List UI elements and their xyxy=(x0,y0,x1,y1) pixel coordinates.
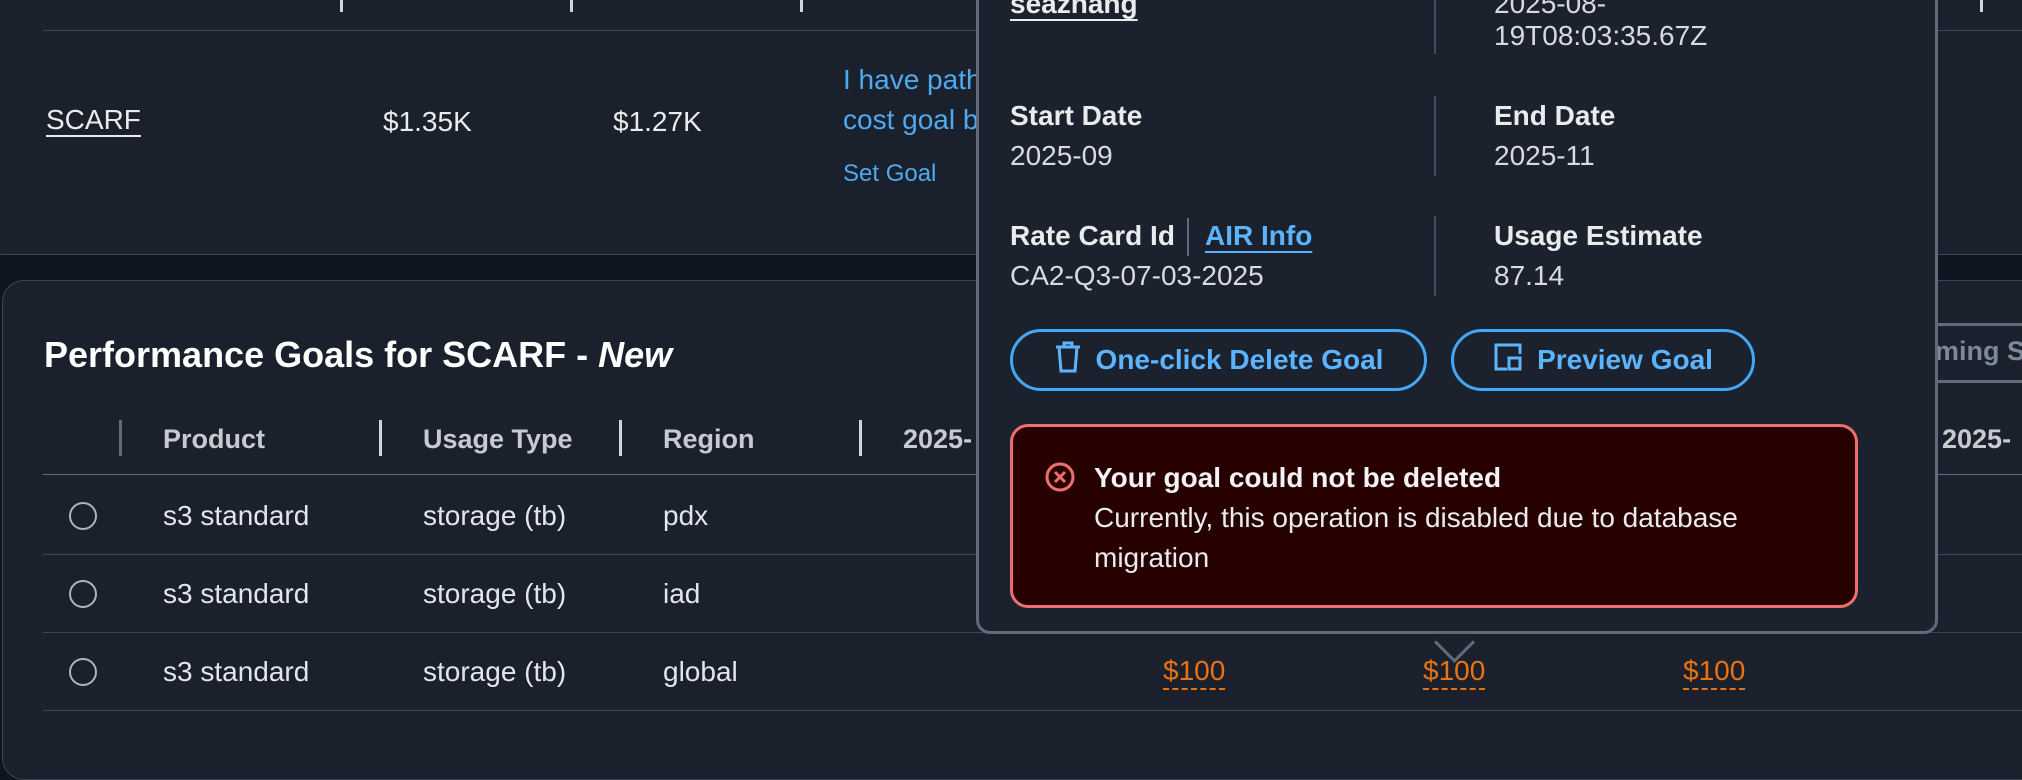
error-icon xyxy=(1044,461,1076,498)
usage-estimate-value: 87.14 xyxy=(1494,260,1565,291)
title-text: Performance Goals for SCARF - xyxy=(44,334,599,375)
start-date-label: Start Date xyxy=(1010,100,1143,131)
region-cell: pdx xyxy=(663,500,709,531)
row-select-radio[interactable] xyxy=(69,502,97,530)
alert-message: migration xyxy=(1094,542,1210,573)
column-header-product[interactable]: Product xyxy=(163,424,265,455)
alert-message: Currently, this operation is disabled du… xyxy=(1094,502,1738,533)
end-date-value: 2025-11 xyxy=(1494,140,1595,171)
preview-icon xyxy=(1493,342,1523,379)
owner-link[interactable]: seazhang xyxy=(1010,0,1138,20)
column-separator[interactable] xyxy=(379,420,382,456)
rate-card-value: CA2-Q3-07-03-2025 xyxy=(1010,260,1264,291)
product-cell: s3 standard xyxy=(163,578,310,609)
scarf-link[interactable]: SCARF xyxy=(46,104,141,136)
label-divider xyxy=(1187,218,1189,256)
column-separator[interactable] xyxy=(340,0,343,12)
row-select-radio[interactable] xyxy=(69,580,97,608)
table-divider xyxy=(43,710,2022,711)
trash-icon xyxy=(1054,341,1082,380)
start-date-value: 2025-09 xyxy=(1010,140,1113,171)
delete-goal-label: One-click Delete Goal xyxy=(1095,344,1384,375)
column-header-month[interactable]: 2025- xyxy=(903,424,972,455)
column-separator[interactable] xyxy=(619,420,622,456)
column-header-region[interactable]: Region xyxy=(663,424,755,455)
goal-note-link[interactable]: I have path xyxy=(843,64,982,96)
usage-type-cell: storage (tb) xyxy=(423,578,567,609)
title-new-tag: New xyxy=(598,334,673,375)
goal-amount[interactable]: $100 xyxy=(1163,656,1226,690)
column-separator[interactable] xyxy=(800,0,803,12)
created-value: 19T08:03:35.67Z xyxy=(1494,20,1708,51)
row-select-radio[interactable] xyxy=(69,658,97,686)
field-divider xyxy=(1434,0,1436,54)
column-separator[interactable] xyxy=(119,420,122,456)
preview-goal-button[interactable]: Preview Goal xyxy=(1451,329,1755,391)
usage-type-cell: storage (tb) xyxy=(423,656,567,687)
rate-card-label: Rate Card Id xyxy=(1010,220,1175,251)
goal-note-link[interactable]: cost goal b xyxy=(843,104,978,136)
region-cell: iad xyxy=(663,578,701,609)
column-separator[interactable] xyxy=(1980,0,1983,12)
end-date-label: End Date xyxy=(1494,100,1616,131)
set-goal-link[interactable]: Set Goal xyxy=(843,160,936,188)
goal-amount[interactable]: $100 xyxy=(1683,656,1746,690)
field-divider xyxy=(1434,96,1436,176)
field-divider xyxy=(1434,216,1436,296)
page-title: Performance Goals for SCARF - New xyxy=(44,334,672,376)
cost-value: $1.35K xyxy=(383,106,472,137)
usage-estimate-label: Usage Estimate xyxy=(1494,220,1703,251)
delete-goal-button[interactable]: One-click Delete Goal xyxy=(1010,329,1427,391)
preview-goal-label: Preview Goal xyxy=(1537,344,1713,375)
product-cell: s3 standard xyxy=(163,500,310,531)
created-value: 2025-08- xyxy=(1494,0,1607,19)
column-header-month[interactable]: 2025- xyxy=(1942,424,2011,455)
column-separator[interactable] xyxy=(859,420,862,456)
column-separator[interactable] xyxy=(570,0,573,12)
usage-type-cell: storage (tb) xyxy=(423,500,567,531)
product-cell: s3 standard xyxy=(163,656,310,687)
alert-title: Your goal could not be deleted xyxy=(1094,462,1502,493)
cost-value: $1.27K xyxy=(613,106,702,137)
column-header-usage-type[interactable]: Usage Type xyxy=(423,424,573,455)
air-info-link[interactable]: AIR Info xyxy=(1205,220,1312,252)
region-cell: global xyxy=(663,656,738,687)
